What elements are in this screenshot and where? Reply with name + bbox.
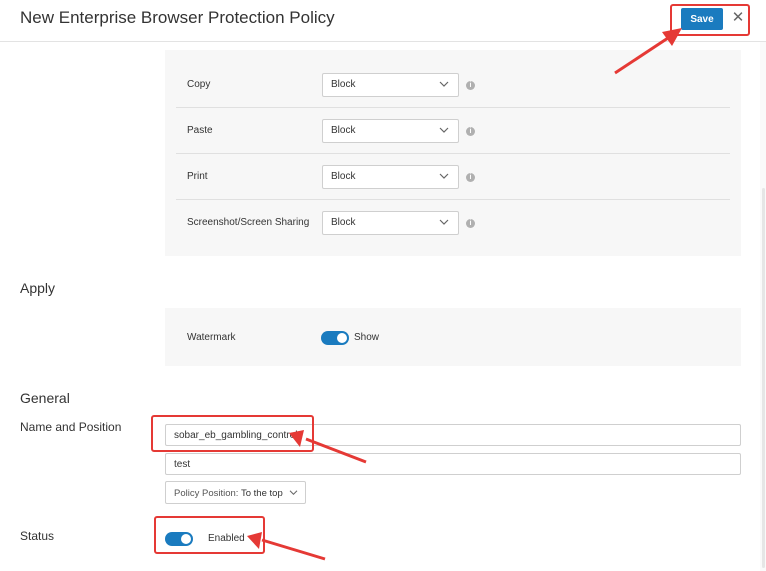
arrow-to-name — [289, 430, 367, 464]
arrow-to-save — [614, 28, 682, 75]
annotation-arrows — [247, 28, 682, 561]
arrow-to-status — [247, 532, 326, 561]
